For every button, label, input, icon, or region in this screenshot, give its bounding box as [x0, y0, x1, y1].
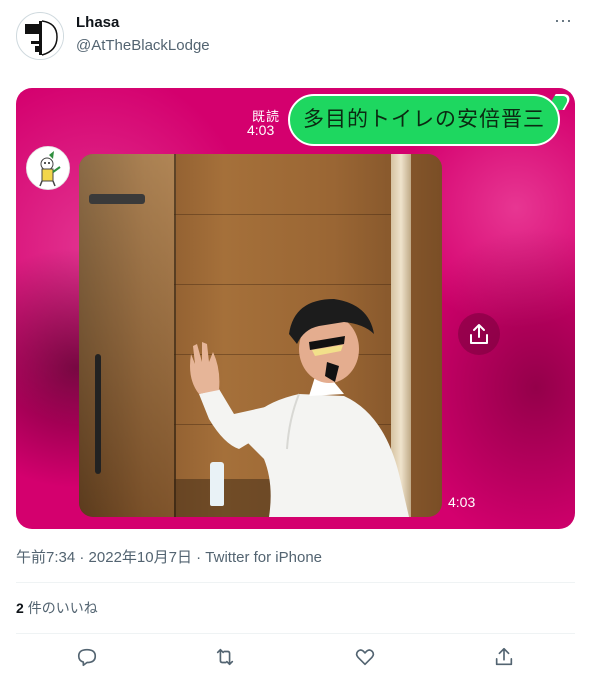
read-receipt-time: 4:03: [247, 122, 275, 138]
tweet-media[interactable]: 既読 4:03 多目的トイレの安倍晋三 4:03: [16, 88, 575, 529]
meta-separator: ·: [191, 549, 206, 566]
chat-bubble: 多目的トイレの安倍晋三: [288, 94, 560, 146]
divider: [16, 582, 575, 583]
bauhaus-face-icon: [18, 14, 63, 59]
author-display-name[interactable]: Lhasa: [76, 14, 119, 31]
sender-avatar: [26, 146, 70, 190]
video-duration: 4:03: [448, 494, 476, 510]
media-share-button[interactable]: [458, 313, 500, 355]
likes-number: 2: [16, 600, 24, 616]
reply-button[interactable]: [76, 646, 100, 670]
likes-label: 件のいいね: [27, 600, 98, 616]
author-handle[interactable]: @AtTheBlackLodge: [76, 37, 210, 54]
retweet-button[interactable]: [214, 646, 238, 670]
tweet-source[interactable]: Twitter for iPhone: [205, 549, 322, 566]
tweet-timestamp[interactable]: 午前7:34 · 2022年10月7日 · Twitter for iPhone: [16, 546, 322, 567]
like-button[interactable]: [354, 646, 378, 670]
photo-image: [79, 154, 442, 517]
divider: [16, 633, 575, 634]
likes-count[interactable]: 2 件のいいね: [16, 598, 98, 618]
meta-separator: ·: [75, 549, 89, 566]
share-icon: [495, 647, 513, 666]
more-options-icon[interactable]: ···: [551, 11, 575, 34]
person-figure: [190, 299, 409, 517]
retweet-icon: [216, 648, 234, 666]
tweet-date[interactable]: 2022年10月7日: [89, 549, 192, 566]
author-avatar[interactable]: [16, 12, 64, 60]
reply-icon: [77, 648, 97, 667]
share-icon: [470, 324, 488, 344]
heart-icon: [355, 649, 375, 666]
tweet-time[interactable]: 午前7:34: [16, 549, 75, 566]
share-tweet-button[interactable]: [493, 646, 517, 670]
character-avatar-icon: [27, 147, 69, 189]
